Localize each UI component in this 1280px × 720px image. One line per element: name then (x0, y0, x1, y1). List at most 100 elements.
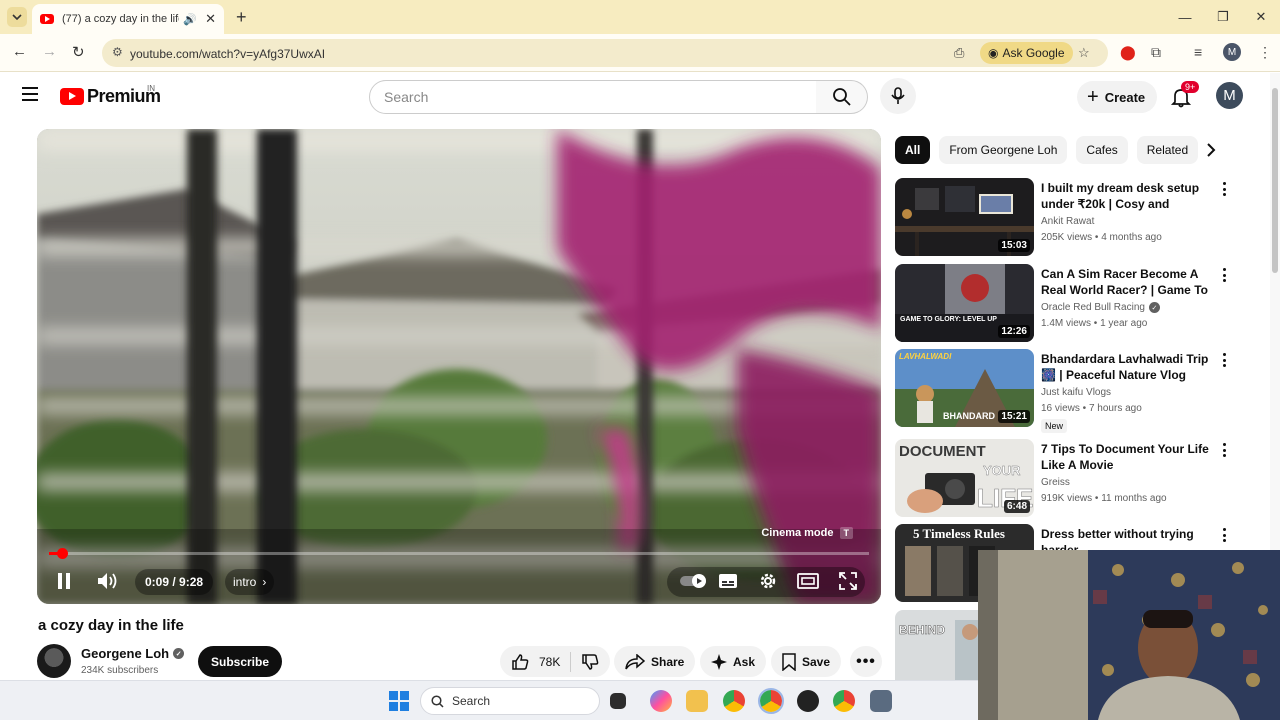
speaker-icon[interactable]: 🔊 (183, 13, 197, 26)
ask-google-label: Ask Google (1002, 46, 1065, 60)
browser-profile-avatar[interactable]: M (1223, 43, 1241, 61)
country-code: IN (147, 84, 155, 93)
recommendation-meta: 16 views • 7 hours ago (1041, 403, 1142, 414)
fullscreen-button[interactable] (837, 570, 859, 592)
video-thumbnail[interactable]: LAVHALWADI BHANDARD 15:21 (895, 349, 1034, 427)
like-divider (570, 651, 572, 672)
ask-google-button[interactable]: ◉ Ask Google (980, 42, 1073, 64)
video-thumbnail[interactable]: 15:03 (895, 178, 1034, 256)
chip-all[interactable]: All (895, 136, 931, 164)
bookmark-star-icon[interactable]: ☆ (1078, 45, 1090, 61)
recommendation-channel[interactable]: Oracle Red Bull Racing ✓ (1041, 302, 1160, 313)
reload-button[interactable]: ↻ (72, 43, 85, 61)
recommendation-title[interactable]: Can A Sim Racer Become A Real World Race… (1041, 266, 1211, 298)
theater-mode-button[interactable] (797, 571, 819, 591)
recommendation-item[interactable]: GAME TO GLORY: LEVEL UP 12:26 Can A Sim … (895, 264, 1255, 344)
dislike-button[interactable] (581, 653, 599, 671)
subscribe-button[interactable]: Subscribe (198, 646, 283, 677)
video-thumbnail[interactable]: DOCUMENT YOUR LIFE 6:48 (895, 439, 1034, 517)
recommendation-item[interactable]: 15:03 I built my dream desk setup under … (895, 178, 1255, 258)
browser-menu-icon[interactable]: ⋮ (1258, 44, 1272, 61)
save-button[interactable]: Save (771, 646, 842, 677)
subtitles-button[interactable] (717, 571, 739, 591)
chrome-icon[interactable] (723, 690, 745, 712)
volume-button[interactable] (95, 568, 121, 594)
chrome-profile-icon[interactable] (758, 688, 784, 714)
recommendation-title[interactable]: I built my dream desk setup under ₹20k |… (1041, 180, 1211, 212)
thumbnail-caption: YOUR (983, 463, 1021, 478)
recommendation-meta: 919K views • 11 months ago (1041, 493, 1167, 504)
recommendation-meta: 205K views • 4 months ago (1041, 232, 1162, 243)
restore-button[interactable]: ❐ (1204, 0, 1242, 34)
recommendation-title[interactable]: Bhandardara Lavhalwadi Trip 🎆 | Peaceful… (1041, 351, 1211, 383)
youtube-play-logo-icon (60, 88, 84, 105)
video-player[interactable]: Cinema mode T 0:09 / 9:28 intro › (37, 129, 881, 604)
more-vertical-icon[interactable] (1221, 268, 1227, 282)
chapter-button[interactable]: intro › (225, 569, 275, 595)
minimize-button[interactable]: — (1166, 0, 1204, 34)
more-horizontal-icon: ••• (856, 652, 876, 670)
account-avatar[interactable]: M (1216, 82, 1243, 109)
tab-search-dropdown[interactable] (7, 7, 27, 27)
chevron-right-icon: › (262, 575, 267, 589)
extensions-puzzle-icon[interactable]: ⧉ (1151, 44, 1161, 61)
file-explorer-icon[interactable] (686, 690, 708, 712)
chip-from-channel[interactable]: From Georgene Loh (939, 136, 1068, 164)
windows-start-icon[interactable] (389, 691, 409, 711)
chips-next-button[interactable] (1199, 138, 1223, 162)
url-text[interactable]: youtube.com/watch?v=yAfg37UwxAI (130, 47, 325, 61)
chip-related[interactable]: Related (1136, 136, 1199, 164)
autoplay-toggle[interactable] (679, 572, 709, 590)
recommendation-title[interactable]: 7 Tips To Document Your Life Like A Movi… (1041, 441, 1211, 473)
taskbar-search-input[interactable]: Search (420, 687, 600, 715)
recommendation-channel[interactable]: Greiss (1041, 477, 1070, 488)
chrome-alt-icon[interactable] (833, 690, 855, 712)
search-button[interactable] (816, 80, 868, 114)
more-vertical-icon[interactable] (1221, 528, 1227, 542)
more-vertical-icon[interactable] (1221, 443, 1227, 457)
channel-avatar[interactable] (37, 644, 71, 678)
progress-bar[interactable] (49, 548, 869, 559)
recommendation-channel[interactable]: Just kaifu Vlogs (1041, 387, 1111, 398)
hamburger-menu-icon[interactable] (22, 87, 38, 101)
task-view-icon[interactable] (610, 693, 626, 709)
chip-cafes[interactable]: Cafes (1076, 136, 1128, 164)
site-info-icon[interactable]: ⚙ (112, 45, 123, 59)
more-vertical-icon[interactable] (1221, 182, 1227, 196)
like-button[interactable]: 78K (511, 653, 560, 671)
back-button[interactable]: ← (12, 43, 27, 60)
extension-opera-icon[interactable]: ⬤ (1120, 44, 1136, 61)
youtube-premium-logo[interactable]: Premium (60, 86, 161, 107)
pause-button[interactable] (53, 570, 75, 592)
create-button[interactable]: + Create (1077, 81, 1158, 113)
recommendation-channel[interactable]: Ankit Rawat (1041, 216, 1094, 227)
page-scrollbar-thumb[interactable] (1272, 88, 1278, 273)
recommendation-item[interactable]: LAVHALWADI BHANDARD 15:21 Bhandardara La… (895, 349, 1255, 433)
close-window-button[interactable]: ✕ (1242, 0, 1280, 34)
voice-search-button[interactable] (880, 78, 916, 114)
copilot-icon[interactable] (650, 690, 672, 712)
recommendation-item[interactable]: DOCUMENT YOUR LIFE 6:48 7 Tips To Docume… (895, 439, 1255, 519)
forward-button[interactable]: → (42, 43, 57, 60)
address-bar[interactable]: ⚙ youtube.com/watch?v=yAfg37UwxAI ⎙ ◉ As… (102, 39, 1108, 67)
more-vertical-icon[interactable] (1221, 353, 1227, 367)
share-button[interactable]: Share (614, 646, 696, 677)
browser-tab-active[interactable]: (77) a cozy day in the life - YouTube 🔊 … (32, 4, 224, 34)
ask-button[interactable]: Ask (700, 646, 767, 677)
filter-chips: All From Georgene Loh Cafes Related (895, 136, 1199, 164)
media-controls-icon[interactable]: ≡ (1194, 44, 1202, 60)
channel-name-link[interactable]: Georgene Loh ✓ (81, 646, 185, 661)
video-frame (37, 129, 881, 604)
install-app-icon[interactable]: ⎙ (954, 45, 964, 61)
search-input[interactable]: Search (369, 80, 817, 114)
thumbnail-caption: BEHIND (899, 623, 945, 637)
new-tab-button[interactable]: + (236, 7, 247, 28)
camera-app-icon[interactable] (870, 690, 892, 712)
tab-close-icon[interactable]: ✕ (205, 11, 216, 27)
settings-button[interactable] (757, 570, 779, 592)
taskbar-search-placeholder: Search (452, 694, 491, 708)
more-actions-button[interactable]: ••• (850, 646, 882, 677)
video-thumbnail[interactable]: GAME TO GLORY: LEVEL UP 12:26 (895, 264, 1034, 342)
tab-title: (77) a cozy day in the life - YouTube (62, 13, 179, 25)
app-icon-dark[interactable] (797, 690, 819, 712)
